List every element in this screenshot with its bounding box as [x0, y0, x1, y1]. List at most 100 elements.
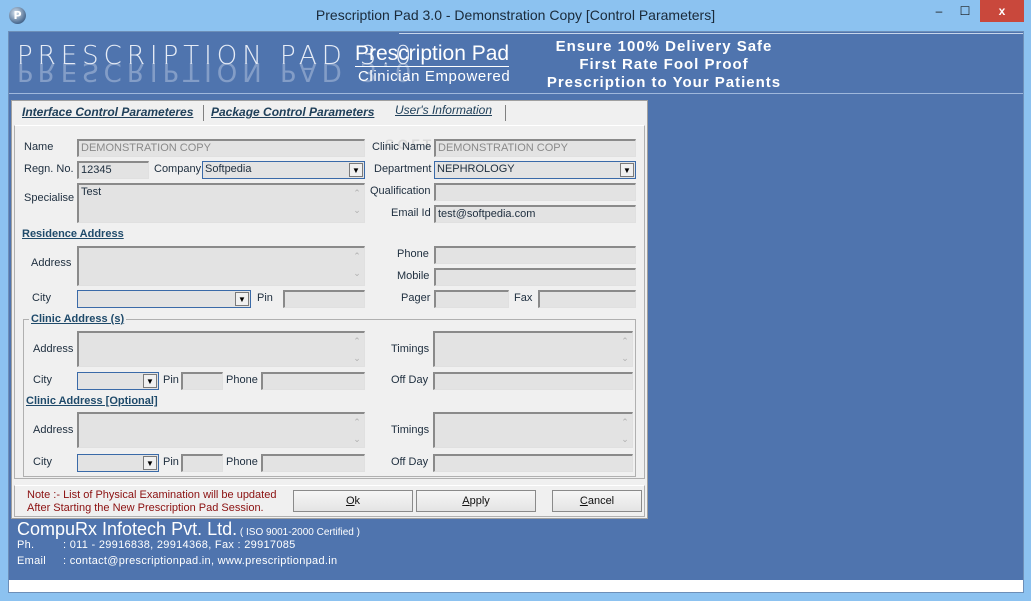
clinic-optional-phone-label: Phone — [226, 456, 258, 468]
tagline-line: Ensure 100% Delivery Safe — [555, 38, 773, 55]
brand-subtitle: Clinician Empowered — [358, 68, 511, 85]
phone-line: Ph. : 011 - 29916838, 29914368, Fax : 299… — [17, 539, 296, 551]
qualification-label: Qualification — [370, 185, 431, 197]
clinic-address-textarea[interactable]: ⌃ ⌄ — [77, 331, 365, 367]
clinic-optional-offday-field[interactable] — [433, 454, 633, 472]
clinic-pin-label: Pin — [163, 374, 179, 386]
company-select[interactable]: Softpedia ▼ — [202, 161, 365, 179]
regn-no-field[interactable]: 12345 — [77, 161, 149, 179]
clinic-city-select[interactable]: ▼ — [77, 372, 159, 390]
mobile-field[interactable] — [434, 268, 636, 286]
ok-label: k — [354, 495, 361, 507]
name-label: Name — [24, 141, 54, 153]
clinic-phone-label: Phone — [226, 374, 258, 386]
tab-users-information[interactable]: User's Information — [395, 103, 492, 117]
dropdown-arrow-icon[interactable]: ▼ — [143, 374, 157, 388]
email-label: Email — [17, 555, 47, 567]
clinic-optional-address-textarea[interactable]: ⌃ ⌄ — [77, 412, 365, 448]
clinic-optional-pin-field[interactable] — [181, 454, 223, 472]
note-line: After Starting the New Prescription Pad … — [27, 502, 264, 514]
control-parameters-dialog: Interface Control Parameteres Package Co… — [11, 100, 648, 519]
clinic-offday-label: Off Day — [391, 374, 429, 386]
ok-accelerator: O — [345, 495, 355, 507]
clinic-optional-phone-field[interactable] — [261, 454, 365, 472]
qualification-field[interactable] — [434, 183, 636, 201]
company-info: CompuRx Infotech Pvt. Ltd. ( ISO 9001-20… — [17, 519, 360, 540]
banner-divider — [399, 33, 1023, 34]
clinic-optional-pin-label: Pin — [163, 456, 179, 468]
cancel-label: ancel — [587, 495, 615, 507]
company-label: Company — [154, 163, 202, 175]
minimize-button[interactable]: – — [926, 0, 952, 22]
users-information-panel: SOFTPEDIA Name DEMONSTRATION COPY Clinic… — [14, 125, 645, 479]
clinic-optional-city-select[interactable]: ▼ — [77, 454, 159, 472]
tagline-line: Prescription to Your Patients — [546, 74, 782, 91]
scrollbar[interactable]: ⌃ ⌄ — [619, 414, 631, 447]
brand-title: Prescription Pad — [355, 42, 510, 67]
company-value: Softpedia — [205, 163, 252, 175]
tagline-line: First Rate Fool Proof — [579, 56, 749, 73]
apply-button[interactable]: Apply — [416, 490, 536, 512]
window-title: Prescription Pad 3.0 - Demonstration Cop… — [315, 7, 716, 23]
cancel-accelerator: C — [579, 495, 588, 507]
department-label: Department — [374, 163, 432, 175]
department-select[interactable]: NEPHROLOGY ▼ — [434, 161, 636, 179]
note-line: Note :- List of Physical Examination wil… — [27, 489, 277, 501]
title-bar: P Prescription Pad 3.0 - Demonstration C… — [0, 0, 1031, 31]
apply-accelerator: A — [462, 495, 470, 507]
ok-button[interactable]: Ok — [293, 490, 413, 512]
clinic-optional-offday-label: Off Day — [391, 456, 429, 468]
dropdown-arrow-icon[interactable]: ▼ — [143, 456, 157, 470]
clinic-address-label: Address — [33, 343, 74, 355]
clinic-optional-timings-textarea[interactable]: ⌃ ⌄ — [433, 412, 633, 448]
residence-city-label: City — [32, 292, 51, 304]
company-name: CompuRx Infotech Pvt. Ltd. — [17, 519, 238, 539]
clinic-optional-address-label: Address — [33, 424, 74, 436]
clinic-timings-textarea[interactable]: ⌃ ⌄ — [433, 331, 633, 367]
residence-pin-label: Pin — [257, 292, 273, 304]
residence-address-heading: Residence Address — [22, 228, 124, 240]
maximize-button[interactable]: ☐ — [952, 0, 978, 22]
tab-package-control[interactable]: Package Control Parameters — [211, 105, 374, 119]
residence-address-label: Address — [31, 257, 72, 269]
scrollbar[interactable]: ⌃ ⌄ — [351, 248, 363, 285]
specialise-value: Test — [81, 186, 102, 198]
residence-pin-field[interactable] — [283, 290, 365, 308]
regn-no-label: Regn. No. — [24, 163, 74, 175]
department-value: NEPHROLOGY — [437, 163, 515, 175]
email-field[interactable]: test@softpedia.com — [434, 205, 636, 223]
clinic-pin-field[interactable] — [181, 372, 223, 390]
cancel-button[interactable]: Cancel — [552, 490, 642, 512]
dropdown-arrow-icon[interactable]: ▼ — [235, 292, 249, 306]
pager-field[interactable] — [434, 290, 509, 308]
specialise-textarea[interactable]: Test ⌃ ⌄ — [77, 183, 365, 223]
dropdown-arrow-icon[interactable]: ▼ — [349, 163, 363, 177]
mobile-label: Mobile — [397, 270, 430, 282]
clinic-name-field[interactable]: DEMONSTRATION COPY — [434, 139, 636, 157]
dropdown-arrow-icon[interactable]: ▼ — [620, 163, 634, 177]
phone-label: Ph. — [17, 539, 35, 551]
client-area: PRESCRIPTION PAD 3.0 PRESCRIPTION PAD 3.… — [8, 31, 1024, 593]
clinic-phone-field[interactable] — [261, 372, 365, 390]
fax-field[interactable] — [538, 290, 636, 308]
clinic-timings-label: Timings — [391, 343, 430, 355]
phone-field[interactable] — [434, 246, 636, 264]
tab-separator — [203, 105, 204, 121]
apply-label: pply — [469, 495, 490, 507]
close-button[interactable]: x — [980, 0, 1024, 22]
phone-numbers: : 011 - 29916838, 29914368, Fax : 299170… — [63, 539, 296, 551]
email-website: : contact@prescriptionpad.in, www.prescr… — [63, 555, 338, 567]
residence-city-select[interactable]: ▼ — [77, 290, 251, 308]
residence-address-textarea[interactable]: ⌃ ⌄ — [77, 246, 365, 286]
scrollbar[interactable]: ⌃ ⌄ — [351, 185, 363, 222]
scrollbar[interactable]: ⌃ ⌄ — [619, 333, 631, 366]
scrollbar[interactable]: ⌃ ⌄ — [351, 333, 363, 366]
clinic-name-label: Clinic Name — [372, 141, 432, 153]
tab-interface-control[interactable]: Interface Control Parameteres — [22, 105, 193, 119]
clinic-city-label: City — [33, 374, 52, 386]
scrollbar[interactable]: ⌃ ⌄ — [351, 414, 363, 447]
tagline: Ensure 100% Delivery Safe First Rate Foo… — [539, 38, 789, 92]
name-field[interactable]: DEMONSTRATION COPY — [77, 139, 365, 157]
clinic-offday-field[interactable] — [433, 372, 633, 390]
email-line: Email : contact@prescriptionpad.in, www.p… — [17, 555, 337, 567]
